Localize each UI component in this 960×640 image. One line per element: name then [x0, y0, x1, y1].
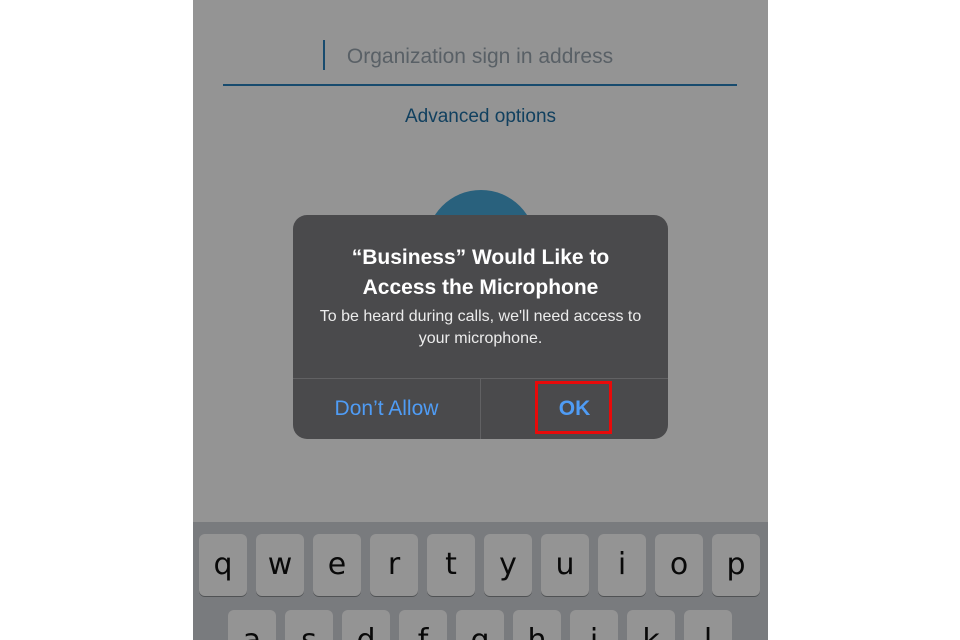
- ok-highlight-box: [535, 381, 612, 434]
- alert-title: “Business” Would Like to Access the Micr…: [351, 246, 610, 299]
- phone-screen: Advanced options q w e r t y u i o p a s…: [193, 0, 768, 640]
- alert-message: To be heard during calls, we'll need acc…: [319, 308, 642, 347]
- dont-allow-button[interactable]: Don’t Allow: [293, 379, 480, 439]
